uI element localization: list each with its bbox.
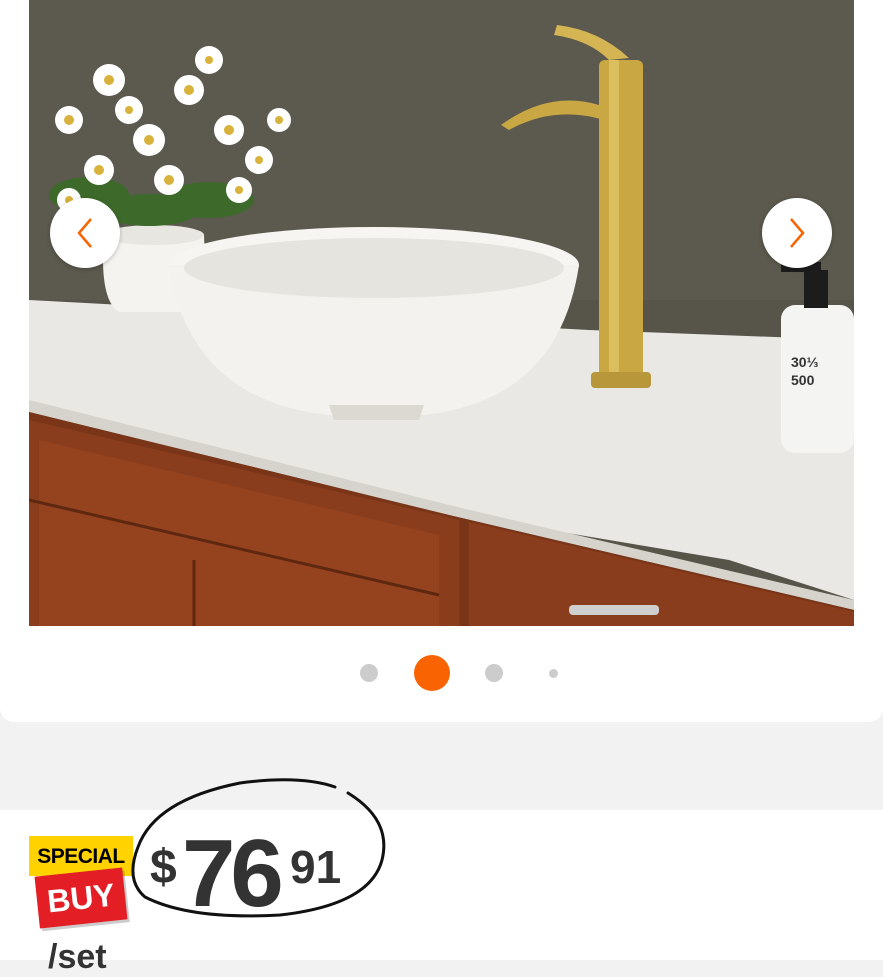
carousel-dot-2-active[interactable] — [414, 655, 450, 691]
carousel-dot-4[interactable] — [549, 669, 558, 678]
previous-image-button[interactable] — [50, 198, 120, 268]
price-unit: /set — [48, 938, 107, 976]
soap-label-1: 30⅓ — [791, 354, 819, 370]
carousel-dot-3[interactable] — [485, 664, 503, 682]
carousel-dot-1[interactable] — [360, 664, 378, 682]
special-buy-badge-bottom: BUY — [34, 867, 128, 929]
chevron-left-icon — [77, 218, 92, 248]
price-whole: 76 — [182, 820, 284, 927]
chevron-right-icon — [790, 218, 805, 248]
price-cents: 91 — [290, 841, 342, 893]
soap-label-2: 500 — [791, 372, 815, 388]
price-currency: $ — [150, 841, 177, 894]
next-image-button[interactable] — [762, 198, 832, 268]
carousel-dots — [0, 655, 883, 691]
image-gallery: 30⅓ 500 — [0, 0, 883, 722]
special-buy-badge: SPECIAL BUY — [29, 836, 133, 932]
product-image[interactable]: 30⅓ 500 — [29, 0, 854, 626]
